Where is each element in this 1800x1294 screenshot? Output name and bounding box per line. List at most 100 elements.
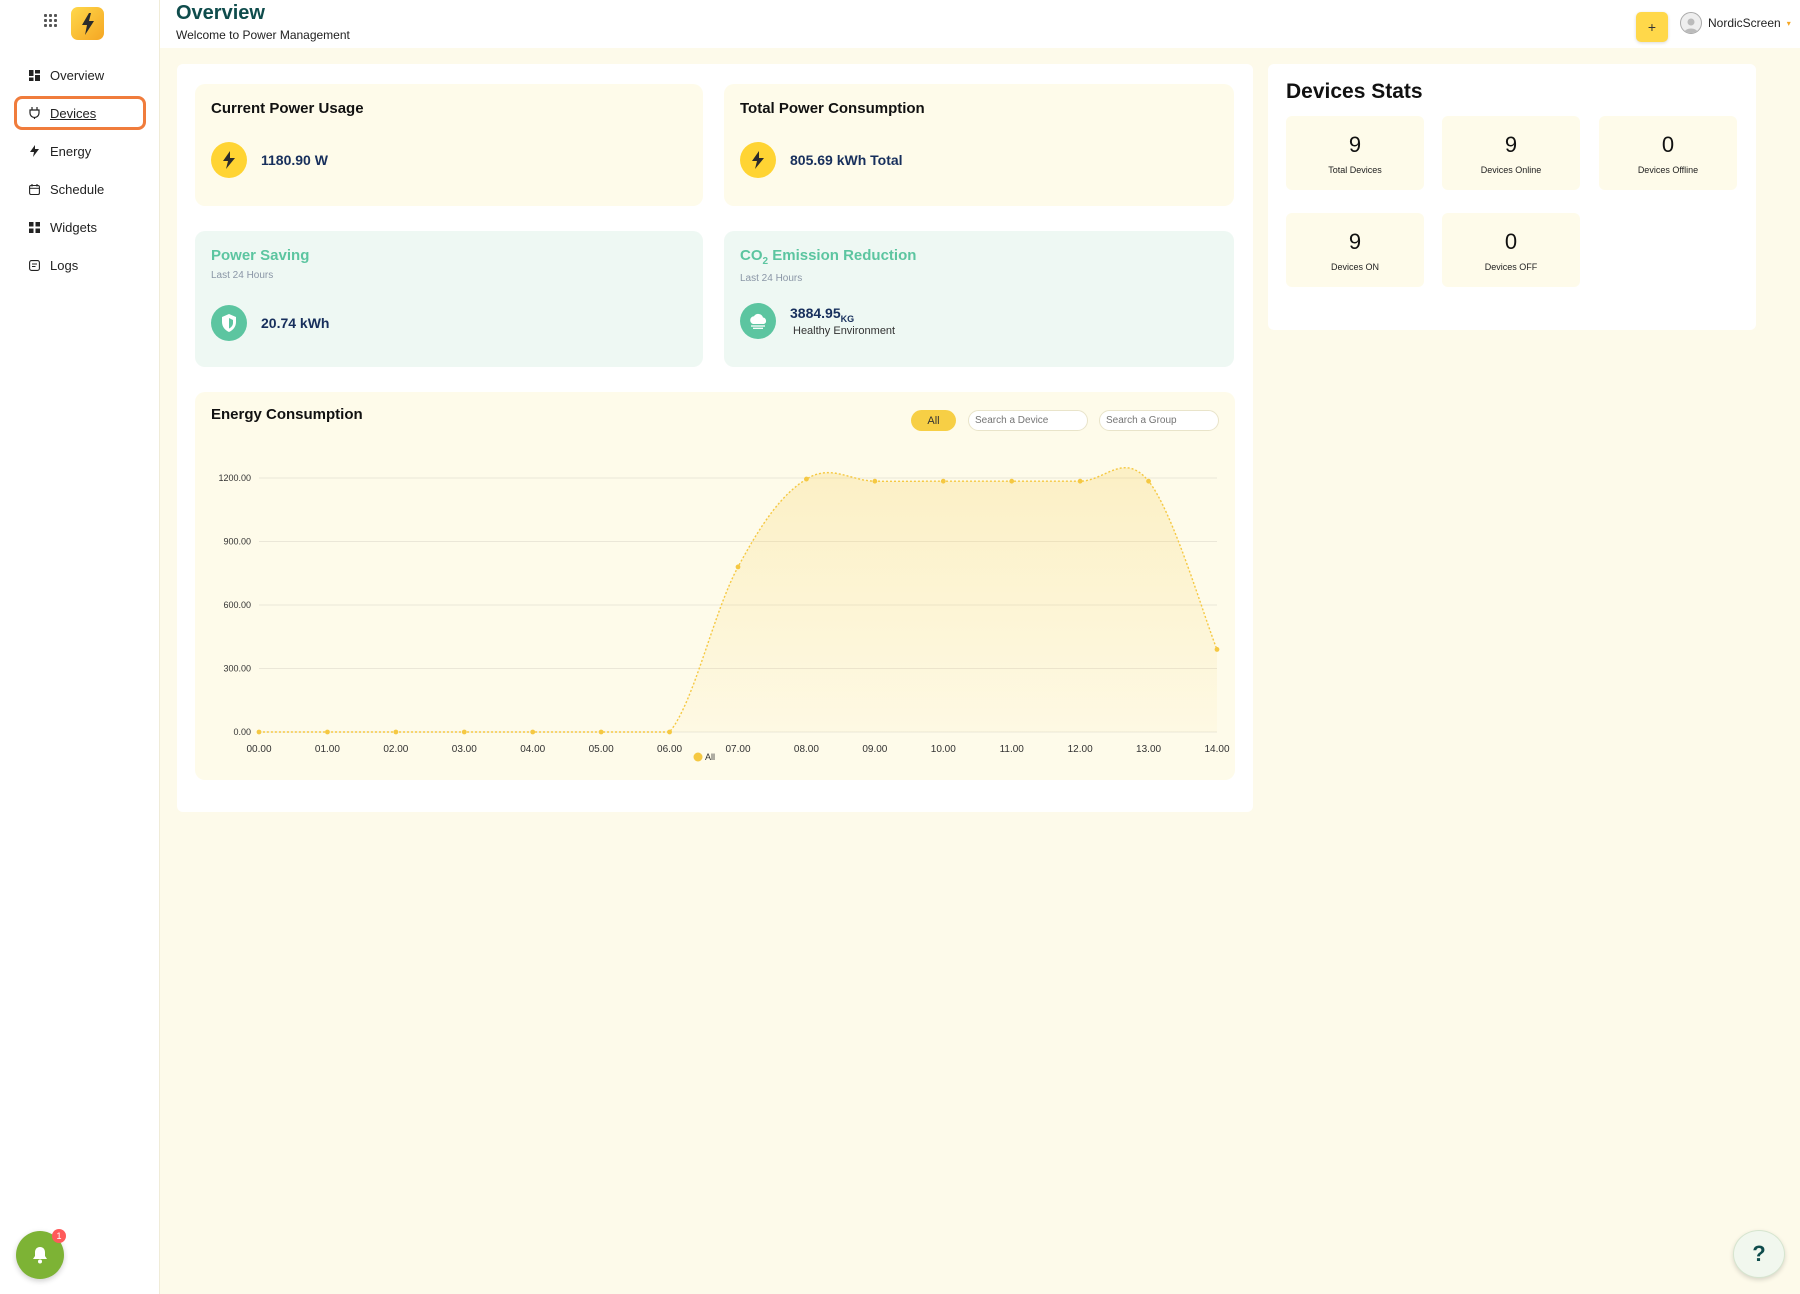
- stat-label: Devices OFF: [1484, 261, 1538, 272]
- sidebar-item-label: Devices: [50, 105, 97, 121]
- energy-consumption-card: Energy Consumption All 0.00300.00600.009…: [195, 392, 1235, 780]
- card-period: Last 24 Hours: [740, 273, 803, 284]
- stat-label: Devices ON: [1330, 261, 1379, 272]
- stat-devices-offline: 0 Devices Offline: [1599, 116, 1737, 190]
- card-title: Current Power Usage: [211, 100, 364, 117]
- sidebar-item-label: Widgets: [50, 219, 97, 235]
- avatar: [1680, 12, 1702, 34]
- co2-note: Healthy Environment: [793, 325, 896, 338]
- data-point: [598, 729, 604, 735]
- y-tick-label: 600.00: [223, 600, 251, 610]
- help-button[interactable]: ?: [1733, 1230, 1785, 1278]
- bolt-icon: [211, 142, 247, 178]
- data-point: [256, 729, 262, 735]
- sidebar-item-energy[interactable]: Energy: [14, 134, 146, 168]
- stats-title: Devices Stats: [1286, 80, 1423, 103]
- widgets-icon: [28, 221, 40, 233]
- stat-devices-on: 9 Devices ON: [1286, 213, 1424, 287]
- x-tick-label: 05.00: [589, 744, 614, 755]
- sidebar-item-label: Logs: [50, 257, 79, 273]
- data-point: [872, 478, 878, 484]
- page-title: Overview: [176, 2, 265, 24]
- stat-devices-online: 9 Devices Online: [1442, 116, 1580, 190]
- legend-swatch: [693, 752, 703, 762]
- apps-grid-icon[interactable]: [44, 14, 57, 27]
- data-point: [735, 564, 741, 570]
- bolt-icon: [740, 142, 776, 178]
- sidebar-item-label: Overview: [50, 67, 105, 83]
- shield-icon: [211, 305, 247, 341]
- sidebar-item-overview[interactable]: Overview: [14, 58, 146, 92]
- data-point: [940, 478, 946, 484]
- stat-label: Devices Online: [1480, 164, 1542, 175]
- y-tick-label: 900.00: [223, 537, 251, 547]
- stat-value: 0: [1661, 131, 1675, 157]
- stat-total-devices: 9 Total Devices: [1286, 116, 1424, 190]
- sidebar: Overview Devices Energy Schedule Widgets: [0, 0, 160, 1294]
- card-title: Power Saving: [211, 247, 310, 264]
- sidebar-item-schedule[interactable]: Schedule: [14, 172, 146, 206]
- x-tick-label: 00.00: [246, 744, 271, 755]
- series-area-all: [259, 467, 1217, 732]
- stat-value: 9: [1504, 131, 1518, 157]
- top-header: Overview Welcome to Power Management + N…: [160, 0, 1800, 48]
- total-power-value: 805.69 kWh Total: [790, 152, 903, 168]
- page-subtitle: Welcome to Power Management: [176, 28, 350, 42]
- x-tick-label: 02.00: [383, 744, 408, 755]
- dashboard-icon: [28, 69, 40, 81]
- stat-value: 9: [1348, 131, 1362, 157]
- user-menu[interactable]: NordicScreen ▾: [1680, 12, 1791, 34]
- data-point: [461, 729, 467, 735]
- data-point: [325, 729, 330, 735]
- data-point: [667, 729, 672, 735]
- stat-label: Total Devices: [1328, 164, 1382, 175]
- x-tick-label: 04.00: [520, 744, 545, 755]
- cloud-icon: [740, 303, 776, 339]
- add-button[interactable]: +: [1636, 12, 1668, 42]
- stat-value: 9: [1348, 228, 1362, 254]
- bolt-logo-icon: [81, 12, 94, 35]
- x-tick-label: 14.00: [1204, 744, 1229, 755]
- y-tick-label: 1200.00: [218, 473, 251, 483]
- x-tick-label: 03.00: [452, 744, 477, 755]
- legend-label: All: [705, 752, 715, 762]
- card-period: Last 24 Hours: [211, 270, 274, 281]
- data-point: [1077, 478, 1083, 484]
- x-tick-label: 11.00: [1000, 744, 1025, 755]
- app-logo[interactable]: [71, 7, 104, 40]
- co2-value: 3884.95KG: [790, 304, 855, 324]
- calendar-icon: [28, 183, 40, 195]
- sidebar-item-widgets[interactable]: Widgets: [14, 210, 146, 244]
- overview-panel: Current Power Usage 1180.90 W Total Powe…: [177, 64, 1253, 812]
- notification-button[interactable]: 1: [16, 1229, 66, 1279]
- x-tick-label: 08.00: [794, 744, 819, 755]
- data-point: [1214, 647, 1220, 652]
- card-title: Total Power Consumption: [740, 100, 925, 117]
- x-tick-label: 01.00: [315, 744, 340, 755]
- card-title: CO2 Emission Reduction: [740, 247, 917, 267]
- total-power-card: Total Power Consumption 805.69 kWh Total: [724, 84, 1234, 206]
- x-tick-label: 13.00: [1136, 744, 1161, 755]
- stat-value: 0: [1504, 228, 1518, 254]
- logs-icon: [28, 259, 40, 271]
- x-tick-label: 10.00: [931, 744, 956, 755]
- x-tick-label: 06.00: [657, 744, 682, 755]
- power-saving-card: Power Saving Last 24 Hours 20.74 kWh: [195, 231, 703, 367]
- chevron-down-icon: ▾: [1786, 18, 1791, 28]
- sidebar-item-logs[interactable]: Logs: [14, 248, 146, 282]
- sidebar-item-label: Energy: [50, 143, 92, 159]
- sidebar-item-devices[interactable]: Devices: [14, 96, 146, 130]
- energy-chart: 0.00 300.00 600.00 900.00 1200.00 00.00 01.00 0…: [218, 467, 1230, 762]
- x-tick-label: 07.00: [725, 744, 750, 755]
- current-power-value: 1180.90 W: [261, 152, 328, 168]
- notification-badge: 1: [52, 1229, 66, 1243]
- sidebar-item-label: Schedule: [50, 181, 105, 197]
- data-point: [530, 729, 536, 735]
- data-point: [1146, 478, 1151, 484]
- bolt-icon: [28, 145, 40, 157]
- data-point: [1009, 478, 1015, 484]
- data-point: [393, 729, 399, 735]
- power-saving-value: 20.74 kWh: [261, 315, 330, 331]
- stat-label: Devices Offline: [1637, 164, 1699, 175]
- current-power-card: Current Power Usage 1180.90 W: [195, 84, 703, 206]
